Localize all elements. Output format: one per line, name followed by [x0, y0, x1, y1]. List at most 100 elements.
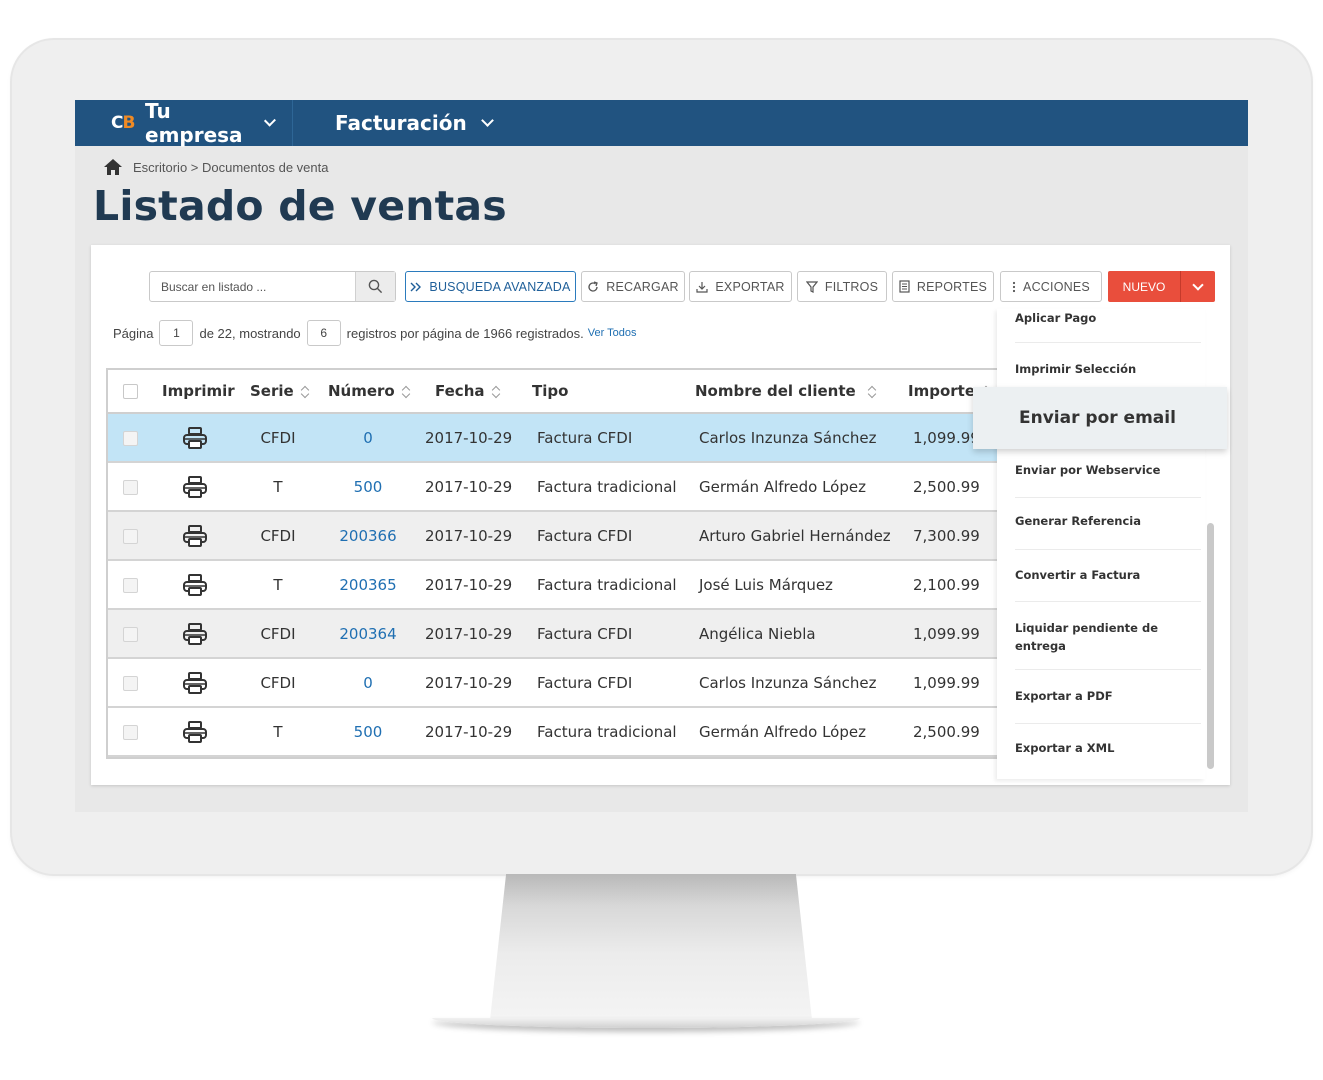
row-checkbox[interactable]	[123, 676, 138, 691]
export-label: EXPORTAR	[715, 279, 785, 294]
row-checkbox[interactable]	[123, 578, 138, 593]
cell-fecha: 2017-10-29	[425, 526, 513, 545]
sort-icon	[301, 386, 309, 398]
dropdown-scrollbar[interactable]	[1207, 523, 1214, 769]
menu-item-generar-referencia[interactable]: Generar Referencia	[1015, 512, 1195, 530]
table-row[interactable]: CFDI 0 2017-10-29 Factura CFDI Carlos Inzunz…	[108, 659, 998, 708]
row-checkbox[interactable]	[123, 529, 138, 544]
cell-tipo: Factura tradicional	[537, 722, 677, 741]
home-icon[interactable]	[103, 158, 123, 176]
actions-dropdown: Aplicar Pago Imprimir Selección Enviar p…	[997, 309, 1214, 779]
cell-cliente: Angélica Niebla	[699, 624, 816, 643]
pager: Página 1 de 22, mostrando 6 registros po…	[113, 320, 636, 346]
reload-button[interactable]: RECARGAR	[581, 271, 685, 302]
cell-serie: CFDI	[260, 673, 296, 692]
toolbar: BUSQUEDA AVANZADA RECARGAR EXPORTAR FILT…	[149, 271, 1219, 302]
cell-fecha: 2017-10-29	[425, 673, 513, 692]
per-page-input[interactable]: 6	[306, 320, 341, 346]
printer-icon[interactable]	[182, 622, 208, 650]
page-number-input[interactable]: 1	[159, 320, 194, 346]
column-header-serie[interactable]: Serie	[250, 382, 309, 400]
printer-icon[interactable]	[182, 475, 208, 503]
printer-icon[interactable]	[182, 720, 208, 748]
cell-numero[interactable]: 200366	[333, 527, 403, 545]
cell-tipo: Factura CFDI	[537, 673, 633, 692]
cell-importe: 1,099.99	[913, 624, 980, 643]
cell-fecha: 2017-10-29	[425, 722, 513, 741]
monitor-stand	[490, 874, 812, 1020]
menu-divider	[1015, 497, 1201, 498]
printer-icon[interactable]	[182, 426, 208, 454]
cell-tipo: Factura CFDI	[537, 428, 633, 447]
printer-icon[interactable]	[182, 524, 208, 552]
new-dropdown-toggle[interactable]	[1180, 271, 1215, 302]
sort-icon	[402, 386, 410, 398]
kebab-icon	[1012, 281, 1016, 293]
reports-button[interactable]: REPORTES	[892, 271, 994, 302]
table-body: CFDI 0 2017-10-29 Factura CFDI Carlos Inzunz…	[108, 414, 998, 757]
select-all-checkbox[interactable]	[123, 384, 138, 399]
cell-numero[interactable]: 0	[333, 429, 403, 447]
row-checkbox[interactable]	[123, 725, 138, 740]
menu-item-aplicar-pago[interactable]: Aplicar Pago	[1015, 309, 1195, 327]
search-input[interactable]	[150, 272, 356, 301]
cell-numero[interactable]: 500	[333, 723, 403, 741]
cell-numero[interactable]: 500	[333, 478, 403, 496]
table-row[interactable]: T 200365 2017-10-29 Factura tradicional José…	[108, 561, 998, 610]
cell-importe: 1,099.99	[913, 428, 980, 447]
search-button[interactable]	[355, 272, 395, 301]
table-row[interactable]: CFDI 200364 2017-10-29 Factura CFDI Angélica…	[108, 610, 998, 659]
printer-icon[interactable]	[182, 671, 208, 699]
export-button[interactable]: EXPORTAR	[689, 271, 792, 302]
app-logo: CB	[111, 113, 135, 133]
breadcrumb-path[interactable]: Escritorio > Documentos de venta	[133, 160, 328, 175]
column-header-cliente[interactable]: Nombre del cliente	[695, 382, 876, 400]
breadcrumb: Escritorio > Documentos de venta	[103, 158, 328, 176]
cell-cliente: Germán Alfredo López	[699, 722, 866, 741]
view-all-link[interactable]: Ver Todos	[588, 327, 637, 339]
document-icon	[899, 280, 910, 293]
cell-numero[interactable]: 200364	[333, 625, 403, 643]
cell-numero[interactable]: 0	[333, 674, 403, 692]
menu-item-imprimir-seleccion[interactable]: Imprimir Selección	[1015, 360, 1195, 378]
advanced-search-button[interactable]: BUSQUEDA AVANZADA	[405, 271, 576, 302]
table-row[interactable]: CFDI 0 2017-10-29 Factura CFDI Carlos Inzunz…	[108, 414, 998, 463]
cell-cliente: Carlos Inzunza Sánchez	[699, 428, 877, 447]
menu-divider	[1015, 669, 1201, 670]
printer-icon[interactable]	[182, 573, 208, 601]
top-navbar: CB Tu empresa Facturación	[75, 100, 1248, 147]
column-header-print: Imprimir	[162, 382, 235, 400]
cell-fecha: 2017-10-29	[425, 624, 513, 643]
table-row[interactable]: T 500 2017-10-29 Factura tradicional Germán …	[108, 708, 998, 757]
cell-cliente: Arturo Gabriel Hernández	[699, 526, 891, 545]
menu-item-convertir-factura[interactable]: Convertir a Factura	[1015, 566, 1195, 584]
menu-item-enviar-email[interactable]: Enviar por email	[973, 387, 1227, 449]
cell-tipo: Factura tradicional	[537, 477, 677, 496]
table-row[interactable]: T 500 2017-10-29 Factura tradicional Germán …	[108, 463, 998, 512]
page-title: Listado de ventas	[93, 182, 507, 230]
row-checkbox[interactable]	[123, 480, 138, 495]
cell-numero[interactable]: 200365	[333, 576, 403, 594]
column-header-cliente-label: Nombre del cliente	[695, 382, 856, 400]
column-header-fecha[interactable]: Fecha	[435, 382, 500, 400]
row-checkbox[interactable]	[123, 627, 138, 642]
menu-item-exportar-pdf[interactable]: Exportar a PDF	[1015, 687, 1195, 705]
row-checkbox[interactable]	[123, 431, 138, 446]
menu-item-exportar-xml[interactable]: Exportar a XML	[1015, 739, 1195, 757]
menu-item-liquidar-pendiente[interactable]: Liquidar pendiente de entrega	[1015, 619, 1165, 655]
sort-icon	[868, 386, 876, 398]
download-icon	[696, 281, 708, 293]
menu-item-enviar-webservice[interactable]: Enviar por Webservice	[1015, 461, 1195, 479]
reports-label: REPORTES	[916, 279, 988, 294]
pager-records-label: registros por página de 1966 registrados…	[346, 325, 584, 341]
new-button[interactable]: NUEVO	[1108, 271, 1180, 302]
chevron-down-icon	[1192, 278, 1204, 291]
filters-button[interactable]: FILTROS	[797, 271, 887, 302]
column-header-numero[interactable]: Número	[328, 382, 410, 400]
company-menu[interactable]: CB Tu empresa	[75, 100, 293, 147]
actions-button[interactable]: ACCIONES	[1000, 271, 1102, 302]
cell-cliente: Germán Alfredo López	[699, 477, 866, 496]
table-row[interactable]: CFDI 200366 2017-10-29 Factura CFDI Arturo G…	[108, 512, 998, 561]
cell-cliente: José Luis Márquez	[699, 575, 833, 594]
module-menu[interactable]: Facturación	[313, 100, 510, 146]
